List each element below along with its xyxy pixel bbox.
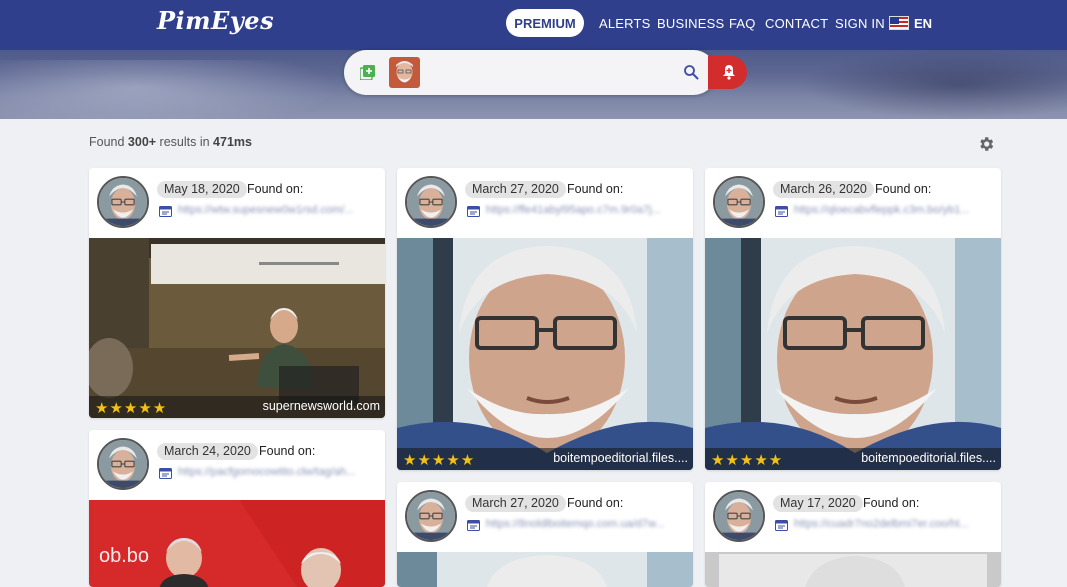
result-avatar	[405, 490, 457, 542]
photo-caption-bar: ★★★★★ boitempoeditorial.files....	[705, 448, 1001, 470]
result-photo[interactable]	[397, 552, 693, 587]
result-avatar	[713, 490, 765, 542]
svg-text:ob.bo: ob.bo	[99, 545, 149, 567]
premium-button[interactable]: PREMIUM	[506, 9, 584, 37]
photo-caption-bar: ★★★★★ supernewsworld.com	[89, 396, 385, 418]
result-photo[interactable]: ★★★★★ boitempoeditorial.files....	[397, 238, 693, 470]
result-card[interactable]: March 27, 2020 Found on: https://8noldlb…	[397, 482, 693, 587]
nav-faq-link[interactable]: FAQ	[729, 16, 756, 31]
result-photo[interactable]: ob.bo	[89, 500, 385, 587]
found-on-label: Found on:	[567, 496, 624, 510]
nav-contact-link[interactable]: CONTACT	[765, 16, 828, 31]
nav-sign-in-link[interactable]: SIGN IN	[835, 16, 885, 31]
webpage-icon	[775, 520, 788, 531]
pimeyes-logo[interactable]: PimEyes	[157, 6, 274, 35]
found-on-label: Found on:	[567, 182, 624, 196]
webpage-icon	[159, 206, 172, 217]
result-url[interactable]: https://8noldlboitemqo.com.ua/d7w...	[486, 518, 665, 530]
nav-alerts-link[interactable]: ALERTS	[599, 16, 651, 31]
nav-business-link[interactable]: BUSINESS	[657, 16, 724, 31]
result-url[interactable]: https://cuadr7no2delbmi7er.coo/ht...	[794, 518, 969, 530]
gear-icon[interactable]	[977, 135, 995, 153]
result-date: May 18, 2020	[157, 181, 247, 198]
result-avatar	[97, 438, 149, 490]
webpage-icon	[467, 206, 480, 217]
photo-caption-bar: ★★★★★ boitempoeditorial.files....	[397, 448, 693, 470]
result-url[interactable]: https://pacfgomocowtito.clw/tag/ah...	[178, 466, 355, 478]
result-card[interactable]: May 18, 2020 Found on: https://wtw.supes…	[89, 168, 385, 418]
result-photo[interactable]: ★★★★★ supernewsworld.com	[89, 238, 385, 418]
query-face-thumbnail[interactable]	[389, 57, 420, 88]
result-date: March 24, 2020	[157, 443, 258, 460]
result-date: March 26, 2020	[773, 181, 874, 198]
bell-icon	[723, 65, 735, 80]
source-domain[interactable]: boitempoeditorial.files....	[553, 451, 688, 465]
result-card[interactable]: March 26, 2020 Found on: https://qloecab…	[705, 168, 1001, 470]
found-on-label: Found on:	[259, 444, 316, 458]
webpage-icon	[775, 206, 788, 217]
found-on-label: Found on:	[247, 182, 304, 196]
language-selector[interactable]: EN	[914, 16, 932, 31]
source-domain[interactable]: supernewsworld.com	[263, 399, 380, 413]
result-photo[interactable]	[705, 552, 1001, 587]
add-photo-icon[interactable]	[360, 65, 375, 80]
result-url[interactable]: https://wtw.supesnew0w1rsd.com/...	[178, 204, 353, 216]
result-avatar	[405, 176, 457, 228]
result-card[interactable]: March 27, 2020 Found on: https://ffe41ab…	[397, 168, 693, 470]
found-on-label: Found on:	[863, 496, 920, 510]
set-alert-button[interactable]	[708, 56, 747, 89]
source-domain[interactable]: boitempoeditorial.files....	[861, 451, 996, 465]
results-summary: Found 300+ results in 471ms	[89, 135, 252, 149]
result-card[interactable]: May 17, 2020 Found on: https://cuadr7no2…	[705, 482, 1001, 587]
result-date: March 27, 2020	[465, 495, 566, 512]
rating-stars: ★★★★★	[95, 400, 168, 417]
result-url[interactable]: https://qloecabvfleppk.c3m.bo/yb1...	[794, 204, 970, 216]
result-avatar	[97, 176, 149, 228]
webpage-icon	[467, 520, 480, 531]
result-date: March 27, 2020	[465, 181, 566, 198]
webpage-icon	[159, 468, 172, 479]
result-url[interactable]: https://ffe41abyl95apo.c7m.9r0a7j...	[486, 204, 661, 216]
found-on-label: Found on:	[875, 182, 932, 196]
us-flag-icon[interactable]	[889, 16, 909, 30]
rating-stars: ★★★★★	[403, 452, 476, 469]
search-icon[interactable]	[683, 64, 699, 80]
result-photo[interactable]: ★★★★★ boitempoeditorial.files....	[705, 238, 1001, 470]
result-avatar	[713, 176, 765, 228]
result-date: May 17, 2020	[773, 495, 863, 512]
result-card[interactable]: March 24, 2020 Found on: https://pacfgom…	[89, 430, 385, 587]
rating-stars: ★★★★★	[711, 452, 784, 469]
